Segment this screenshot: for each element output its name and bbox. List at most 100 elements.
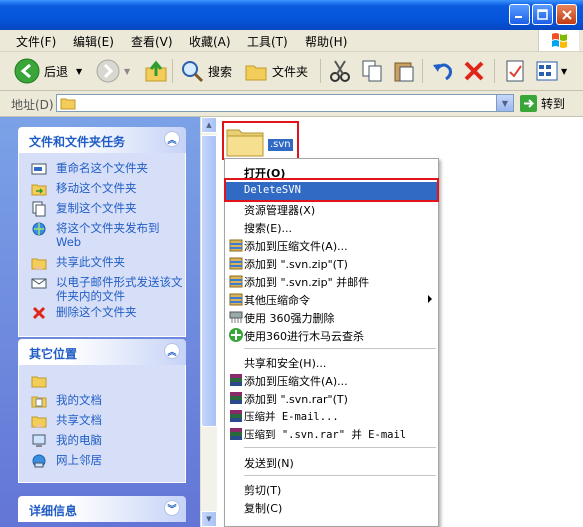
address-bar: 地址(D) ▼ 转到 <box>0 91 583 117</box>
forward-button[interactable]: ▼ <box>96 58 130 84</box>
arrow-up-icon: ▲ <box>206 121 212 129</box>
winrar-icon <box>229 293 243 306</box>
ctx-add-to-svn-zip-email[interactable]: 添加到 ".svn.zip" 并邮件 <box>225 272 438 290</box>
place-label: 我的文档 <box>56 393 102 407</box>
ctx-360-force-delete[interactable]: 使用 360强力删除 <box>225 308 438 326</box>
expand-chevron-icon[interactable]: ︾ <box>164 500 180 516</box>
ctx-add-to-svn-rar[interactable]: 添加到 ".svn.rar"(T) <box>225 389 438 407</box>
ctx-add-to-svn-zip[interactable]: 添加到 ".svn.zip"(T) <box>225 254 438 272</box>
copy-button[interactable] <box>360 58 384 84</box>
place-shared-documents[interactable]: 共享文档 <box>19 413 185 428</box>
task-rename-folder[interactable]: 重命名这个文件夹 <box>19 161 185 175</box>
ctx-open[interactable]: 打开(O) <box>225 163 438 181</box>
place-parent-folder[interactable] <box>19 373 185 388</box>
scroll-thumb[interactable] <box>201 135 217 427</box>
ctx-other-compress-commands[interactable]: 其他压缩命令 <box>225 290 438 308</box>
vertical-scrollbar[interactable]: ▲ ▼ <box>200 117 217 527</box>
place-my-computer[interactable]: 我的电脑 <box>19 433 185 447</box>
place-label: 共享文档 <box>56 413 102 427</box>
panel-title: 其它位置 <box>29 347 78 361</box>
ctx-label: 复制(C) <box>244 502 283 515</box>
ctx-compress-svn-rar-email[interactable]: 压缩到 ".svn.rar" 并 E-mail <box>225 425 438 443</box>
task-share-folder[interactable]: 共享此文件夹 <box>19 255 185 270</box>
properties-icon <box>506 60 524 82</box>
task-email-folder-files[interactable]: 以电子邮件形式发送该文件夹内的文件 <box>19 275 185 303</box>
360-icon <box>229 328 243 342</box>
back-button[interactable]: 后退 ▼ <box>14 58 82 84</box>
ctx-360-trojan-scan[interactable]: 使用360进行木马云查杀 <box>225 326 438 344</box>
task-publish-folder-web[interactable]: 将这个文件夹发布到 Web <box>19 221 185 249</box>
file-folder-tasks-header[interactable]: 文件和文件夹任务 ︽ <box>18 127 186 153</box>
scissors-icon <box>330 60 350 82</box>
ctx-delete-svn[interactable]: DeleteSVN <box>225 182 438 200</box>
context-menu: 打开(O) DeleteSVN 资源管理器(X) 搜索(E)... 添加到压缩文… <box>224 158 439 527</box>
ctx-label: 添加到 ".svn.rar"(T) <box>244 393 348 406</box>
rar-books-icon <box>230 410 242 422</box>
task-delete-folder[interactable]: 删除这个文件夹 <box>19 305 185 320</box>
scroll-down-button[interactable]: ▼ <box>201 511 217 527</box>
place-network-places[interactable]: 网上邻居 <box>19 453 185 468</box>
menu-tools[interactable]: 工具(T) <box>247 33 288 50</box>
rar-books-icon <box>230 392 242 404</box>
minimize-icon <box>515 16 522 18</box>
ctx-compress-email[interactable]: 压缩并 E-mail... <box>225 407 438 425</box>
ctx-send-to[interactable]: 发送到(N) <box>225 453 438 471</box>
menu-favorites[interactable]: 收藏(A) <box>189 33 231 50</box>
up-folder-button[interactable] <box>144 58 168 84</box>
paste-button[interactable] <box>392 58 416 84</box>
task-label: 复制这个文件夹 <box>56 201 137 215</box>
views-button[interactable]: ▼ <box>535 58 567 84</box>
collapse-chevron-icon[interactable]: ︽ <box>164 343 180 359</box>
details-header[interactable]: 详细信息 ︾ <box>18 496 186 522</box>
ctx-add-to-archive-rar[interactable]: 添加到压缩文件(A)... <box>225 371 438 389</box>
task-move-folder[interactable]: 移动这个文件夹 <box>19 181 185 196</box>
maximize-button[interactable] <box>532 4 553 25</box>
minimize-button[interactable] <box>509 4 530 25</box>
collapse-chevron-icon[interactable]: ︽ <box>164 131 180 147</box>
ctx-add-to-archive-zip[interactable]: 添加到压缩文件(A)... <box>225 236 438 254</box>
menu-file[interactable]: 文件(F) <box>16 33 56 50</box>
folders-button[interactable]: 文件夹 <box>244 58 308 84</box>
winrar-icon <box>229 275 243 288</box>
scroll-up-button[interactable]: ▲ <box>201 117 217 133</box>
address-input[interactable]: ▼ <box>56 94 514 112</box>
undo-button[interactable] <box>430 58 454 84</box>
task-copy-folder[interactable]: 复制这个文件夹 <box>19 201 185 217</box>
other-places-header[interactable]: 其它位置 ︽ <box>18 339 186 365</box>
arrow-down-icon: ▼ <box>206 515 212 523</box>
move-folder-icon <box>31 184 47 196</box>
delete-button[interactable] <box>462 58 486 84</box>
task-label: 共享此文件夹 <box>56 255 125 269</box>
properties-button[interactable] <box>503 58 527 84</box>
ctx-explorer[interactable]: 资源管理器(X) <box>225 200 438 218</box>
ctx-label: DeleteSVN <box>244 184 301 196</box>
ctx-cut[interactable]: 剪切(T) <box>225 480 438 498</box>
forward-dropdown-icon[interactable]: ▼ <box>124 67 130 76</box>
windows-logo <box>538 30 579 51</box>
winrar-icon <box>229 239 243 252</box>
go-button[interactable]: 转到 <box>520 95 565 112</box>
menu-help[interactable]: 帮助(H) <box>305 33 347 50</box>
shredder-icon <box>229 311 243 323</box>
windows-flag-icon <box>552 33 567 48</box>
views-dropdown-icon[interactable]: ▼ <box>561 67 567 76</box>
menu-edit[interactable]: 编辑(E) <box>73 33 114 50</box>
ctx-label: 压缩到 ".svn.rar" 并 E-mail <box>244 429 407 441</box>
cut-button[interactable] <box>328 58 352 84</box>
delete-x-icon <box>464 61 484 81</box>
back-dropdown-icon[interactable]: ▼ <box>76 67 82 76</box>
ctx-label: 打开(O) <box>244 167 286 180</box>
ctx-copy[interactable]: 复制(C) <box>225 498 438 516</box>
ctx-search[interactable]: 搜索(E)... <box>225 218 438 236</box>
undo-icon <box>433 63 452 81</box>
winrar-icon <box>229 257 243 270</box>
up-folder-icon <box>145 60 167 82</box>
share-folder-icon <box>31 258 47 270</box>
folders-icon <box>245 65 267 81</box>
place-my-documents[interactable]: 我的文档 <box>19 393 185 408</box>
ctx-sharing-security[interactable]: 共享和安全(H)... <box>225 353 438 371</box>
address-dropdown-button[interactable]: ▼ <box>496 95 513 111</box>
menu-view[interactable]: 查看(V) <box>131 33 173 50</box>
search-button[interactable]: 搜索 <box>180 58 232 84</box>
close-button[interactable] <box>556 4 577 25</box>
